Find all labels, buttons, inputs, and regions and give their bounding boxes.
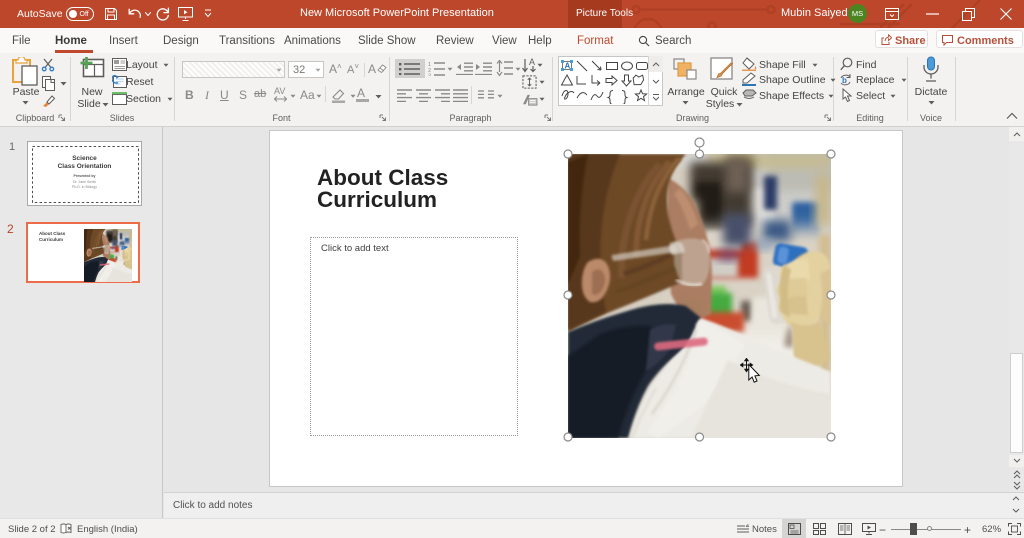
svg-text:A: A (565, 62, 571, 71)
svg-text:A: A (529, 57, 535, 67)
svg-text:3: 3 (428, 74, 431, 77)
svg-text:b: b (842, 76, 847, 85)
